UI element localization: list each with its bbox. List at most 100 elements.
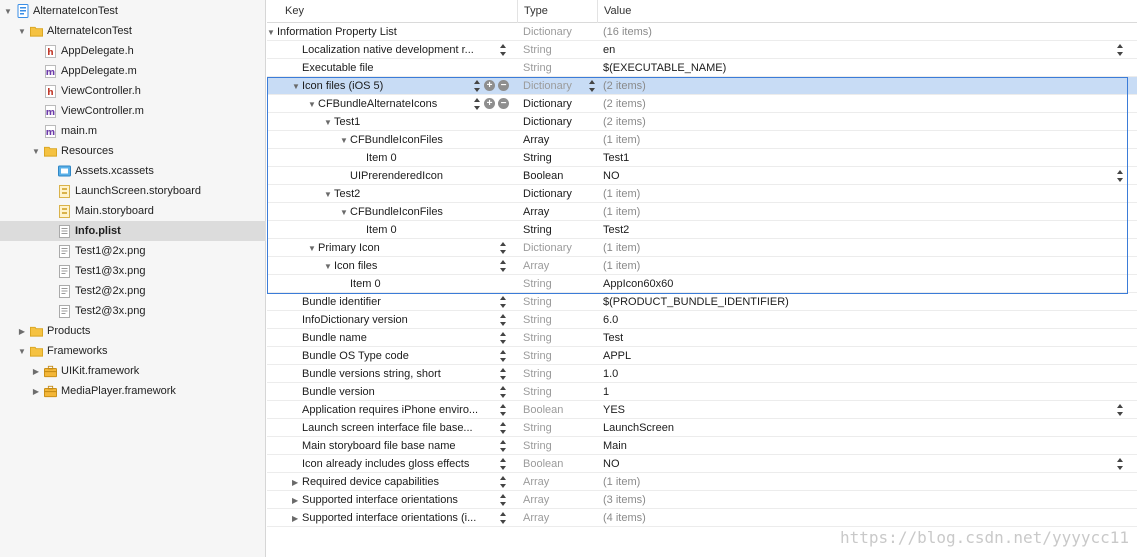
key-stepper-icon[interactable] (499, 476, 506, 488)
value-stepper-icon[interactable] (1116, 44, 1123, 56)
key-cell[interactable]: Launch screen interface file base... (302, 419, 473, 437)
type-cell[interactable]: String (523, 275, 552, 293)
key-stepper-icon[interactable] (499, 260, 506, 272)
plist-row[interactable]: ▼ Primary Icon Dictionary (1 item) (267, 239, 1137, 257)
key-cell[interactable]: Localization native development r... (302, 41, 474, 59)
key-cell[interactable]: Item 0 (366, 221, 397, 239)
navigator-item[interactable]: m AppDelegate.m (0, 61, 266, 81)
type-cell[interactable]: String (523, 347, 552, 365)
remove-item-icon[interactable]: − (498, 98, 509, 109)
navigator-item[interactable]: Main.storyboard (0, 201, 266, 221)
navigator-item[interactable]: ▶ MediaPlayer.framework (0, 381, 266, 401)
type-stepper-icon[interactable] (588, 80, 595, 92)
value-cell[interactable]: $(PRODUCT_BUNDLE_IDENTIFIER) (603, 293, 789, 311)
value-cell[interactable]: (4 items) (603, 509, 646, 527)
plist-row[interactable]: ▼ Information Property List Dictionary (16 … (267, 23, 1137, 41)
value-cell[interactable]: 1 (603, 383, 609, 401)
disclosure-closed-icon[interactable]: ▶ (31, 387, 41, 396)
value-stepper-icon[interactable] (1116, 170, 1123, 182)
key-cell[interactable]: Application requires iPhone enviro... (302, 401, 478, 419)
navigator-item[interactable]: h ViewController.h (0, 81, 266, 101)
key-cell[interactable]: ▼ Test2 (324, 185, 360, 203)
remove-item-icon[interactable]: − (498, 80, 509, 91)
navigator-item[interactable]: h AppDelegate.h (0, 41, 266, 61)
key-cell[interactable]: Main storyboard file base name (302, 437, 455, 455)
add-item-icon[interactable]: + (484, 98, 495, 109)
plist-row[interactable]: Localization native development r... Stri… (267, 41, 1137, 59)
plist-row[interactable]: Main storyboard file base name String Main (267, 437, 1137, 455)
key-cell[interactable]: ▶ Supported interface orientations (292, 491, 458, 509)
type-cell[interactable]: Dictionary (523, 95, 572, 113)
disclosure-open-icon[interactable]: ▼ (340, 204, 350, 222)
key-stepper-icon[interactable] (499, 512, 506, 524)
key-cell[interactable]: UIPrerenderedIcon (350, 167, 443, 185)
type-cell[interactable]: Array (523, 203, 549, 221)
key-cell[interactable]: ▶ Required device capabilities (292, 473, 439, 491)
value-cell[interactable]: (2 items) (603, 95, 646, 113)
key-stepper-icon[interactable] (499, 494, 506, 506)
disclosure-open-icon[interactable]: ▼ (292, 78, 302, 96)
plist-row[interactable]: Bundle version String 1 (267, 383, 1137, 401)
type-cell[interactable]: String (523, 419, 552, 437)
plist-row[interactable]: ▶ Supported interface orientations (i... A… (267, 509, 1137, 527)
type-cell[interactable]: Dictionary (523, 185, 572, 203)
key-stepper-icon[interactable] (499, 44, 506, 56)
navigator-item[interactable]: ▼ Resources (0, 141, 266, 161)
key-stepper-icon[interactable] (499, 314, 506, 326)
key-cell[interactable]: Bundle OS Type code (302, 347, 409, 365)
type-cell[interactable]: String (523, 383, 552, 401)
plist-row[interactable]: ▼ CFBundleIconFiles Array (1 item) (267, 203, 1137, 221)
key-stepper-icon[interactable] (499, 440, 506, 452)
navigator-item[interactable]: Test1@3x.png (0, 261, 266, 281)
key-cell[interactable]: Item 0 (366, 149, 397, 167)
type-cell[interactable]: Array (523, 257, 549, 275)
value-cell[interactable]: 6.0 (603, 311, 618, 329)
type-cell[interactable]: String (523, 59, 552, 77)
key-cell[interactable]: ▼ Information Property List (267, 23, 397, 41)
disclosure-open-icon[interactable]: ▼ (17, 347, 27, 356)
key-stepper-icon[interactable] (499, 350, 506, 362)
navigator-item[interactable]: Info.plist (0, 221, 266, 241)
value-cell[interactable]: 1.0 (603, 365, 618, 383)
plist-row[interactable]: Icon already includes gloss effects Boole… (267, 455, 1137, 473)
value-cell[interactable]: (2 items) (603, 113, 646, 131)
value-stepper-icon[interactable] (1116, 458, 1123, 470)
key-cell[interactable]: Icon already includes gloss effects (302, 455, 469, 473)
value-cell[interactable]: (1 item) (603, 473, 640, 491)
navigator-item[interactable]: Test1@2x.png (0, 241, 266, 261)
value-cell[interactable]: Test1 (603, 149, 629, 167)
type-cell[interactable]: String (523, 365, 552, 383)
navigator-item[interactable]: Assets.xcassets (0, 161, 266, 181)
navigator-item[interactable]: ▶ UIKit.framework (0, 361, 266, 381)
plist-row[interactable]: ▼ Icon files Array (1 item) (267, 257, 1137, 275)
disclosure-closed-icon[interactable]: ▶ (292, 492, 302, 510)
key-cell[interactable]: ▼ Icon files (iOS 5) (292, 77, 383, 95)
value-cell[interactable]: (1 item) (603, 257, 640, 275)
navigator-item[interactable]: Test2@2x.png (0, 281, 266, 301)
navigator-item[interactable]: LaunchScreen.storyboard (0, 181, 266, 201)
key-cell[interactable]: ▶ Supported interface orientations (i... (292, 509, 476, 527)
key-cell[interactable]: ▼ CFBundleAlternateIcons (308, 95, 437, 113)
key-stepper-icon[interactable] (473, 80, 480, 92)
key-cell[interactable]: ▼ Test1 (324, 113, 360, 131)
type-cell[interactable]: Boolean (523, 167, 563, 185)
value-cell[interactable]: NO (603, 455, 620, 473)
key-column-header[interactable]: Key (279, 0, 304, 23)
key-cell[interactable]: Bundle versions string, short (302, 365, 441, 383)
value-cell[interactable]: (1 item) (603, 185, 640, 203)
plist-row[interactable]: Item 0 String AppIcon60x60 (267, 275, 1137, 293)
disclosure-open-icon[interactable]: ▼ (31, 147, 41, 156)
key-cell[interactable]: Item 0 (350, 275, 381, 293)
value-cell[interactable]: (1 item) (603, 131, 640, 149)
navigator-item[interactable]: m main.m (0, 121, 266, 141)
value-cell[interactable]: APPL (603, 347, 631, 365)
type-column-header[interactable]: Type (517, 0, 548, 23)
plist-row[interactable]: ▼ CFBundleAlternateIcons + − Dictionary (2 it… (267, 95, 1137, 113)
disclosure-open-icon[interactable]: ▼ (308, 96, 318, 114)
disclosure-open-icon[interactable]: ▼ (340, 132, 350, 150)
plist-row[interactable]: Launch screen interface file base... Stri… (267, 419, 1137, 437)
key-stepper-icon[interactable] (499, 368, 506, 380)
value-cell[interactable]: $(EXECUTABLE_NAME) (603, 59, 726, 77)
key-stepper-icon[interactable] (499, 458, 506, 470)
type-cell[interactable]: Array (523, 491, 549, 509)
